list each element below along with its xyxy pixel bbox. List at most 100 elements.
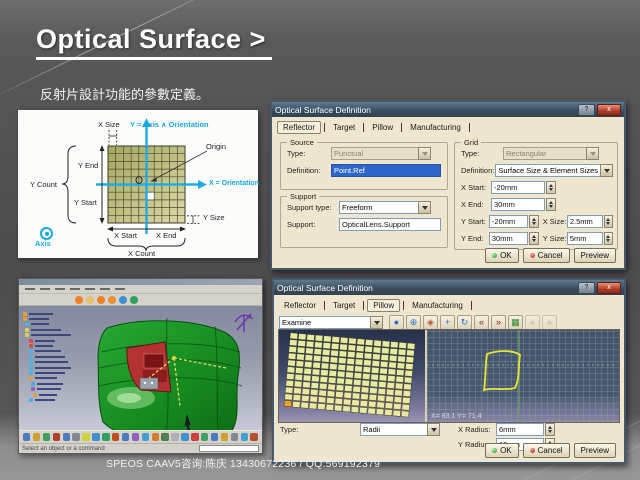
mesh-cell[interactable] <box>327 391 335 397</box>
toolbar-icon[interactable] <box>63 433 70 441</box>
rotate-icon[interactable]: ↻ <box>457 315 472 330</box>
tab-pillow[interactable]: Pillow <box>367 122 398 133</box>
mesh-cell[interactable] <box>336 385 344 391</box>
x-start-field[interactable]: -20mm <box>491 181 545 194</box>
x-size-spinner[interactable] <box>604 215 613 228</box>
source-type-dropdown[interactable]: Punctual <box>331 147 431 160</box>
mesh-cell[interactable] <box>396 369 404 375</box>
mesh-cell[interactable] <box>338 357 346 363</box>
mesh-cell[interactable] <box>338 364 346 370</box>
mesh-cell[interactable] <box>326 404 334 410</box>
mesh-cell[interactable] <box>389 355 397 361</box>
catia-compass-icon[interactable] <box>235 314 253 332</box>
tab-reflector[interactable]: Reflector <box>279 300 321 311</box>
mesh-cell[interactable] <box>313 362 321 368</box>
pillow-plot-viewport[interactable]: X= 83.1 Y= 71.4 <box>427 330 619 422</box>
mesh-cell[interactable] <box>362 380 370 386</box>
mesh-cell[interactable] <box>306 341 314 347</box>
mesh-cell[interactable] <box>334 405 342 411</box>
catia-3d-viewport[interactable] <box>19 306 262 430</box>
mesh-cell[interactable] <box>323 342 331 348</box>
dropdown-arrow-icon[interactable] <box>370 316 383 329</box>
toolbar-icon[interactable] <box>119 296 127 304</box>
mesh-cell[interactable] <box>368 401 376 407</box>
mesh-cell[interactable] <box>393 403 401 409</box>
mesh-cell[interactable] <box>318 397 326 403</box>
mesh-cell[interactable] <box>356 345 364 351</box>
mesh-cell[interactable] <box>340 337 348 343</box>
mesh-cell[interactable] <box>319 383 327 389</box>
mesh-cell[interactable] <box>285 387 293 393</box>
step-back-icon[interactable]: « <box>474 315 489 330</box>
mesh-cell[interactable] <box>331 343 339 349</box>
mesh-cell[interactable] <box>343 406 351 412</box>
toolbar-icon[interactable] <box>23 433 30 441</box>
mesh-cell[interactable] <box>304 368 312 374</box>
mesh-cell[interactable] <box>361 387 369 393</box>
y-start-field[interactable]: -20mm <box>489 215 528 228</box>
mesh-cell[interactable] <box>374 340 382 346</box>
mesh-cell[interactable] <box>286 380 294 386</box>
mesh-cell[interactable] <box>395 390 403 396</box>
mesh-cell[interactable] <box>365 339 373 345</box>
help-button[interactable]: ? <box>578 104 595 116</box>
mesh-cell[interactable] <box>328 384 336 390</box>
mesh-cell[interactable] <box>372 354 380 360</box>
toolbar-icon[interactable] <box>191 433 198 441</box>
toolbar-icon[interactable] <box>201 433 208 441</box>
mesh-cell[interactable] <box>386 396 394 402</box>
dropdown-arrow-icon[interactable] <box>418 201 431 214</box>
examine-sphere-icon[interactable]: ● <box>389 315 404 330</box>
mesh-cell[interactable] <box>321 363 329 369</box>
mesh-cell[interactable] <box>380 361 388 367</box>
mesh-cell[interactable] <box>371 367 379 373</box>
mesh-cell[interactable] <box>369 387 377 393</box>
mesh-cell[interactable] <box>289 340 297 346</box>
toolbar-icon[interactable] <box>171 433 178 441</box>
toolbar-icon[interactable] <box>75 296 83 304</box>
mesh-cell[interactable] <box>394 396 402 402</box>
x-end-spinner[interactable] <box>546 198 556 211</box>
pillow-mesh-viewport[interactable] <box>279 330 425 422</box>
zoom-icon[interactable]: ⊕ <box>406 315 421 330</box>
mesh-cell[interactable] <box>398 356 406 362</box>
mesh-cell[interactable] <box>340 344 348 350</box>
mesh-cell[interactable] <box>297 347 305 353</box>
ok-button[interactable]: OK <box>485 443 519 458</box>
mesh-cell[interactable] <box>339 351 347 357</box>
mesh-cell[interactable] <box>355 359 363 365</box>
mesh-cell[interactable] <box>303 382 311 388</box>
mesh-cell[interactable] <box>406 357 414 363</box>
mesh-cell[interactable] <box>310 389 318 395</box>
mesh-cell[interactable] <box>401 411 409 417</box>
mesh-cell[interactable] <box>357 339 365 345</box>
mesh-cell[interactable] <box>389 362 397 368</box>
support-type-dropdown[interactable]: Freeform <box>339 201 431 214</box>
toolbar-icon[interactable] <box>97 296 105 304</box>
mesh-cell[interactable] <box>378 381 386 387</box>
mesh-cell[interactable] <box>304 361 312 367</box>
mesh-cell[interactable] <box>288 353 296 359</box>
mesh-cell[interactable] <box>307 334 315 340</box>
mesh-cell[interactable] <box>402 404 410 410</box>
mesh-cell[interactable] <box>397 363 405 369</box>
mesh-cell[interactable] <box>298 333 306 339</box>
mesh-cell[interactable] <box>382 341 390 347</box>
mesh-cell[interactable] <box>312 369 320 375</box>
mesh-cell[interactable] <box>373 347 381 353</box>
mesh-cell[interactable] <box>322 356 330 362</box>
toolbar-icon[interactable] <box>241 433 248 441</box>
y-size-field[interactable]: 5mm <box>567 232 603 245</box>
y-size-spinner[interactable] <box>604 232 613 245</box>
close-button[interactable]: x <box>597 282 621 294</box>
mesh-cell[interactable] <box>381 354 389 360</box>
mesh-cell[interactable] <box>326 397 334 403</box>
mesh-cell[interactable] <box>395 383 403 389</box>
mesh-cell[interactable] <box>379 375 387 381</box>
toolbar-icon[interactable] <box>161 433 168 441</box>
mesh-cell[interactable] <box>405 363 413 369</box>
step-forward-icon[interactable]: » <box>491 315 506 330</box>
mesh-cell[interactable] <box>390 342 398 348</box>
toolbar-icon[interactable] <box>72 433 79 441</box>
help-button[interactable]: ? <box>578 282 595 294</box>
